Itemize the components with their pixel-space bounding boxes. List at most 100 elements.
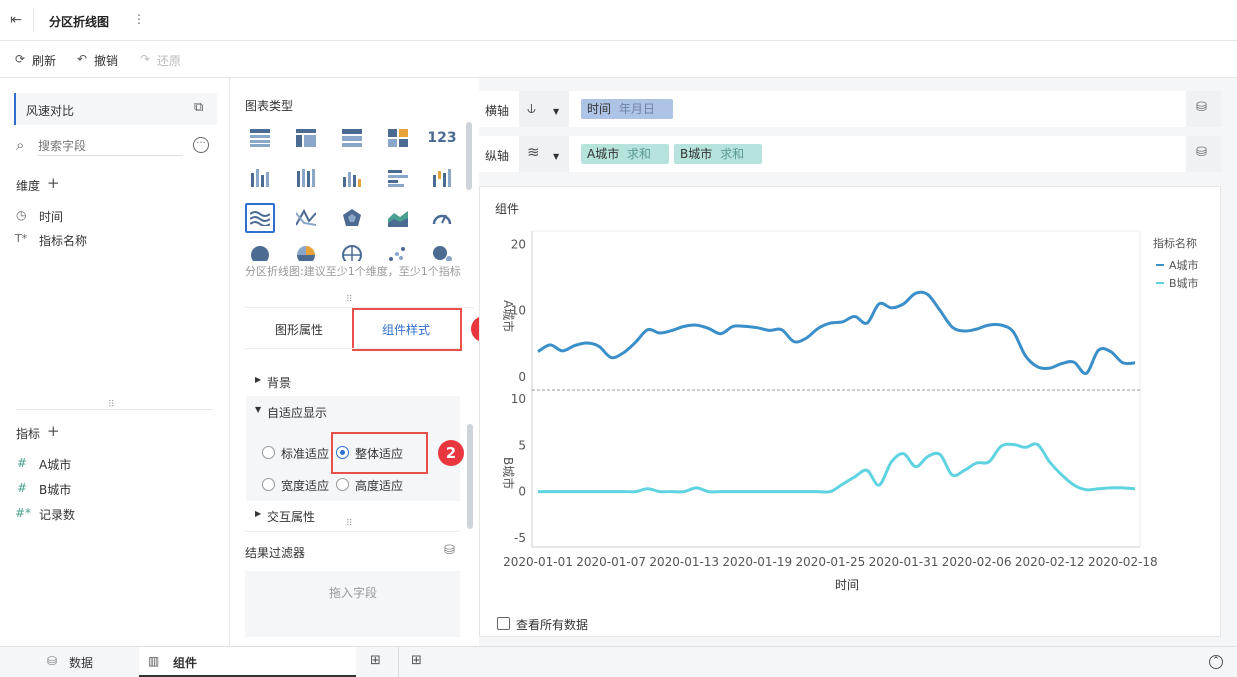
x-field-pill[interactable]: 时间 年月日 (581, 99, 673, 119)
cross-table-icon[interactable] (293, 125, 319, 151)
view-all-label[interactable]: 查看所有数据 (516, 616, 588, 633)
scrollbar[interactable] (467, 424, 473, 529)
x-axis-settings[interactable]: ⛁ (1186, 91, 1221, 127)
caret-right-icon[interactable]: ▶ (255, 509, 261, 518)
filter-drop-zone[interactable]: 拖入字段 (245, 571, 460, 637)
switch-dataset-icon[interactable]: ⧉ (194, 100, 203, 115)
radio-width[interactable] (262, 478, 275, 491)
table-chart-icon[interactable] (247, 125, 273, 151)
x-tick-label: 2020-01-31 (869, 555, 939, 569)
refresh-button[interactable]: 刷新 (32, 52, 56, 69)
chart-type-hint: 分区折线图:建议至少1个维度，至少1个指标 (245, 265, 461, 278)
stacked-bar-icon[interactable] (293, 165, 319, 191)
y-axis-type-selector[interactable]: ≋ ▼ (519, 136, 569, 172)
dimension-item-metric-name[interactable]: 指标名称 (39, 232, 87, 249)
radio-height[interactable] (336, 478, 349, 491)
radio-height-label[interactable]: 高度适应 (355, 477, 403, 494)
y-field-b-agg: 求和 (720, 147, 745, 161)
multi-bar-icon[interactable] (339, 165, 365, 191)
b-y-tick-label: 0 (518, 485, 526, 499)
page-title: 分区折线图 (49, 15, 110, 29)
a-city-line (537, 290, 1136, 376)
view-all-checkbox[interactable] (497, 617, 510, 630)
number-card-icon[interactable]: 123 (427, 125, 456, 151)
tab-component-label: 组件 (173, 656, 198, 670)
bubble-icon[interactable] (429, 245, 455, 261)
search-input[interactable] (38, 136, 183, 156)
waterfall-icon[interactable] (429, 165, 455, 191)
map-icon[interactable] (339, 245, 365, 261)
add-measure-icon[interactable]: + (47, 422, 60, 440)
resize-handle-icon[interactable]: ⠿ (108, 400, 115, 410)
radio-standard-label[interactable]: 标准适应 (281, 445, 329, 462)
step-badge-2: 2 (438, 440, 464, 466)
grouped-bar-icon[interactable] (247, 165, 273, 191)
redo-button[interactable]: 还原 (157, 52, 181, 69)
dimension-item-time[interactable]: 时间 (39, 208, 63, 225)
area-line-chart-icon-selected[interactable] (245, 203, 275, 233)
rose-chart-icon[interactable] (293, 245, 319, 261)
line-chart-icon[interactable] (293, 205, 319, 231)
area-line-chart: A城市 B城市 201001050-52020-01-01 2020-01-07 2… (501, 230, 1158, 592)
y-axis-settings[interactable]: ⛁ (1186, 136, 1221, 172)
pie-chart-icon[interactable] (247, 245, 273, 261)
section-adaptive[interactable]: 自适应显示 (267, 404, 327, 421)
tab-data[interactable]: 数据 (69, 654, 93, 671)
chevron-down-icon: ▼ (553, 152, 560, 161)
x-field-name: 时间 (587, 102, 612, 116)
horizontal-bar-icon[interactable] (385, 165, 411, 191)
x-tick-label: 2020-02-06 (942, 555, 1012, 569)
a-y-tick-label: 0 (518, 370, 526, 384)
tab-component[interactable]: ▥ 组件 (139, 647, 356, 677)
tab-graph-properties[interactable]: 图形属性 (275, 321, 323, 338)
number-icon: #* (15, 506, 32, 520)
section-interaction[interactable]: 交互属性 (267, 508, 315, 525)
more-options-icon[interactable]: ··· (193, 137, 209, 153)
add-component-icon[interactable]: ⊞ (370, 653, 381, 668)
redo-icon[interactable]: ↷ (137, 51, 153, 67)
collapse-icon[interactable]: ⌃ (1209, 655, 1223, 669)
resize-handle-icon[interactable]: ⠿ (346, 519, 353, 529)
dataset-selector[interactable]: 风速对比 ⧉ (14, 93, 217, 125)
radio-standard[interactable] (262, 446, 275, 459)
a-y-tick-label: 20 (511, 237, 526, 251)
section-background[interactable]: 背景 (267, 374, 291, 391)
caret-right-icon[interactable]: ▶ (255, 375, 261, 384)
caret-down-icon[interactable]: ▼ (255, 405, 261, 414)
detail-table-icon[interactable] (339, 125, 365, 151)
exit-icon[interactable]: ⇤ (8, 12, 24, 28)
measure-item-a-city[interactable]: A城市 (39, 456, 71, 473)
scrollbar[interactable] (466, 122, 472, 190)
y-field-pill-b[interactable]: B城市 求和 (674, 144, 762, 164)
measure-item-b-city[interactable]: B城市 (39, 481, 71, 498)
refresh-icon[interactable]: ⟳ (12, 51, 28, 67)
kpi-card-icon[interactable] (385, 125, 411, 151)
scatter-icon[interactable] (385, 245, 411, 261)
result-filter-title: 结果过滤器 (245, 546, 306, 560)
radar-chart-icon[interactable] (339, 205, 365, 231)
dimension-header: 维度 (16, 179, 41, 193)
highlight-box-2 (331, 432, 428, 474)
undo-icon[interactable]: ↶ (74, 51, 90, 67)
x-axis-type-selector[interactable]: ⫝ ▼ (519, 91, 569, 127)
area-chart-icon[interactable] (385, 205, 411, 231)
y-field-a-name: A城市 (587, 147, 620, 161)
legend-item-b[interactable]: B城市 (1169, 275, 1199, 291)
legend-swatch-b (1156, 282, 1164, 284)
filter-settings-icon[interactable]: ⛁ (444, 543, 455, 558)
x-tick-label: 2020-02-12 (1015, 555, 1085, 569)
undo-button[interactable]: 撤销 (94, 52, 118, 69)
x-tick-label: 2020-01-07 (576, 555, 646, 569)
divider (244, 348, 460, 349)
add-dashboard-icon[interactable]: ⊞ (411, 653, 422, 668)
resize-handle-icon[interactable]: ⠿ (346, 295, 353, 305)
radio-width-label[interactable]: 宽度适应 (281, 477, 329, 494)
add-dimension-icon[interactable]: + (47, 174, 60, 192)
y-field-pill-a[interactable]: A城市 求和 (581, 144, 669, 164)
legend-item-a[interactable]: A城市 (1169, 257, 1199, 273)
dataset-name: 风速对比 (26, 104, 75, 118)
more-menu-icon[interactable]: ⋮ (133, 12, 145, 26)
measure-item-record-count[interactable]: 记录数 (39, 506, 75, 523)
x-axis-label: 横轴 (485, 104, 510, 118)
gauge-icon[interactable] (429, 205, 455, 231)
